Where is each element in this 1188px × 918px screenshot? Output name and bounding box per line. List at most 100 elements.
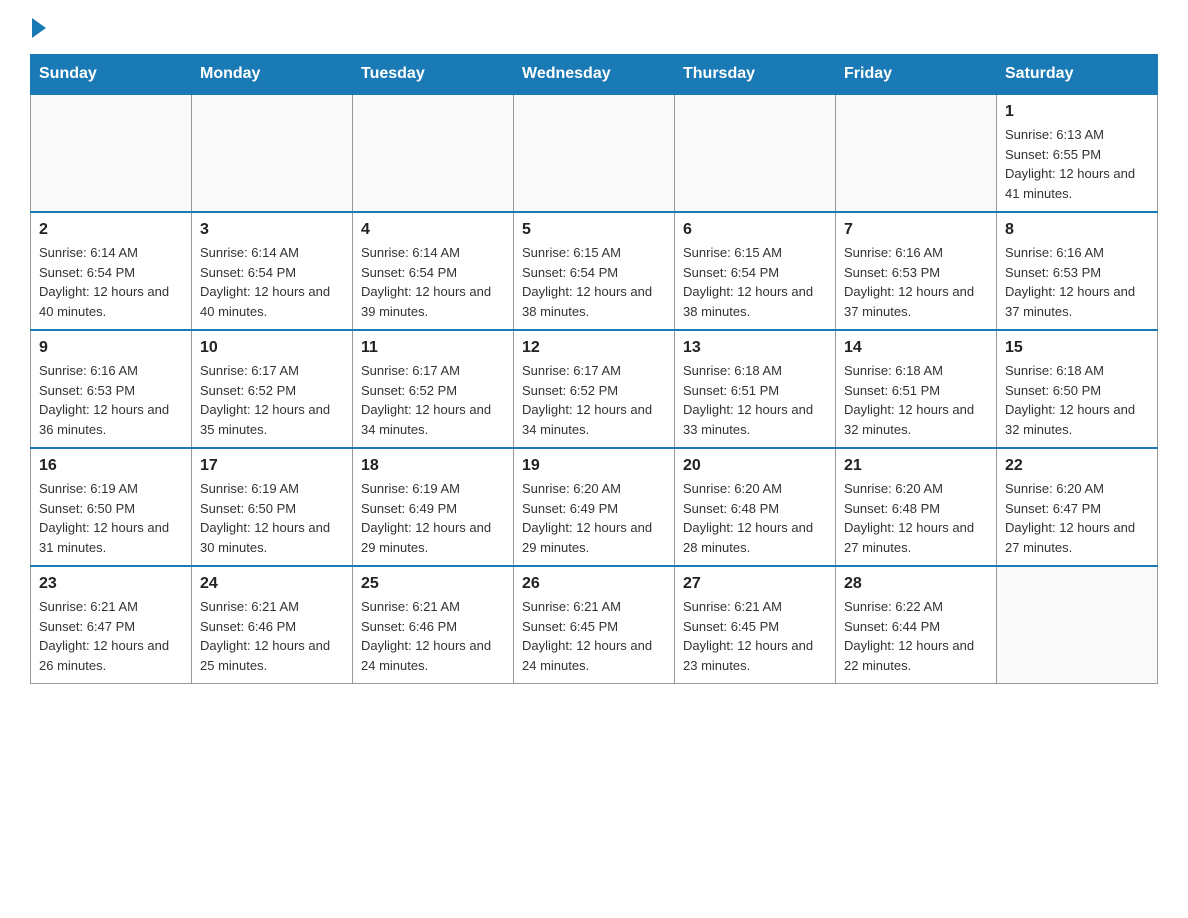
day-number: 11 <box>361 339 505 357</box>
day-info: Sunrise: 6:20 AM Sunset: 6:48 PM Dayligh… <box>683 479 827 557</box>
day-number: 23 <box>39 575 183 593</box>
day-info: Sunrise: 6:15 AM Sunset: 6:54 PM Dayligh… <box>522 243 666 321</box>
day-number: 2 <box>39 221 183 239</box>
calendar-cell <box>675 94 836 212</box>
calendar-cell: 26Sunrise: 6:21 AM Sunset: 6:45 PM Dayli… <box>514 566 675 684</box>
day-info: Sunrise: 6:17 AM Sunset: 6:52 PM Dayligh… <box>361 361 505 439</box>
day-info: Sunrise: 6:16 AM Sunset: 6:53 PM Dayligh… <box>1005 243 1149 321</box>
day-info: Sunrise: 6:21 AM Sunset: 6:46 PM Dayligh… <box>361 597 505 675</box>
day-number: 19 <box>522 457 666 475</box>
calendar-week-3: 9 Sunrise: 6:16 AM Sunset: 6:53 PM Daylig… <box>31 330 1158 448</box>
calendar-cell: 24 Sunrise: 6:21 AM Sunset: 6:46 PM Dayli… <box>192 566 353 684</box>
day-info: Sunrise: 6:21 AM Sunset: 6:47 PM Dayligh… <box>39 597 183 675</box>
day-header-sunday: Sunday <box>31 55 192 95</box>
calendar-table: SundayMondayTuesdayWednesdayThursdayFrid… <box>30 54 1158 684</box>
day-number: 26 <box>522 575 666 593</box>
day-number: 16 <box>39 457 183 475</box>
day-info: Sunrise: 6:18 AM Sunset: 6:50 PM Dayligh… <box>1005 361 1149 439</box>
day-number: 13 <box>683 339 827 357</box>
day-number: 9 <box>39 339 183 357</box>
day-number: 17 <box>200 457 344 475</box>
day-number: 22 <box>1005 457 1149 475</box>
calendar-cell: 12 Sunrise: 6:17 AM Sunset: 6:52 PM Dayli… <box>514 330 675 448</box>
calendar-cell: 16 Sunrise: 6:19 AM Sunset: 6:50 PM Dayli… <box>31 448 192 566</box>
calendar-cell: 5 Sunrise: 6:15 AM Sunset: 6:54 PM Daylig… <box>514 212 675 330</box>
day-number: 1 <box>1005 103 1149 121</box>
calendar-cell: 8 Sunrise: 6:16 AM Sunset: 6:53 PM Daylig… <box>997 212 1158 330</box>
calendar-cell: 27 Sunrise: 6:21 AM Sunset: 6:45 PM Dayli… <box>675 566 836 684</box>
day-info: Sunrise: 6:14 AM Sunset: 6:54 PM Dayligh… <box>200 243 344 321</box>
calendar-cell: 20 Sunrise: 6:20 AM Sunset: 6:48 PM Dayli… <box>675 448 836 566</box>
calendar-cell: 21 Sunrise: 6:20 AM Sunset: 6:48 PM Dayli… <box>836 448 997 566</box>
calendar-cell: 19 Sunrise: 6:20 AM Sunset: 6:49 PM Dayli… <box>514 448 675 566</box>
calendar-cell: 6Sunrise: 6:15 AM Sunset: 6:54 PM Daylig… <box>675 212 836 330</box>
day-info: Sunrise: 6:19 AM Sunset: 6:50 PM Dayligh… <box>39 479 183 557</box>
calendar-cell <box>192 94 353 212</box>
day-info: Sunrise: 6:20 AM Sunset: 6:47 PM Dayligh… <box>1005 479 1149 557</box>
day-info: Sunrise: 6:17 AM Sunset: 6:52 PM Dayligh… <box>200 361 344 439</box>
day-number: 25 <box>361 575 505 593</box>
calendar-cell: 2 Sunrise: 6:14 AM Sunset: 6:54 PM Daylig… <box>31 212 192 330</box>
day-number: 20 <box>683 457 827 475</box>
day-info: Sunrise: 6:20 AM Sunset: 6:49 PM Dayligh… <box>522 479 666 557</box>
day-info: Sunrise: 6:14 AM Sunset: 6:54 PM Dayligh… <box>39 243 183 321</box>
logo-arrow-icon <box>32 18 46 38</box>
calendar-week-2: 2 Sunrise: 6:14 AM Sunset: 6:54 PM Daylig… <box>31 212 1158 330</box>
calendar-cell <box>31 94 192 212</box>
day-info: Sunrise: 6:18 AM Sunset: 6:51 PM Dayligh… <box>683 361 827 439</box>
day-number: 24 <box>200 575 344 593</box>
day-header-tuesday: Tuesday <box>353 55 514 95</box>
day-number: 12 <box>522 339 666 357</box>
calendar-week-5: 23 Sunrise: 6:21 AM Sunset: 6:47 PM Dayli… <box>31 566 1158 684</box>
calendar-cell: 11 Sunrise: 6:17 AM Sunset: 6:52 PM Dayli… <box>353 330 514 448</box>
calendar-cell: 1 Sunrise: 6:13 AM Sunset: 6:55 PM Daylig… <box>997 94 1158 212</box>
day-number: 21 <box>844 457 988 475</box>
day-number: 8 <box>1005 221 1149 239</box>
day-info: Sunrise: 6:14 AM Sunset: 6:54 PM Dayligh… <box>361 243 505 321</box>
calendar-cell: 9 Sunrise: 6:16 AM Sunset: 6:53 PM Daylig… <box>31 330 192 448</box>
calendar-cell: 10 Sunrise: 6:17 AM Sunset: 6:52 PM Dayli… <box>192 330 353 448</box>
calendar-cell: 3 Sunrise: 6:14 AM Sunset: 6:54 PM Daylig… <box>192 212 353 330</box>
day-info: Sunrise: 6:16 AM Sunset: 6:53 PM Dayligh… <box>39 361 183 439</box>
day-number: 27 <box>683 575 827 593</box>
day-info: Sunrise: 6:22 AM Sunset: 6:44 PM Dayligh… <box>844 597 988 675</box>
calendar-header-row: SundayMondayTuesdayWednesdayThursdayFrid… <box>31 55 1158 95</box>
logo <box>30 20 46 34</box>
day-header-friday: Friday <box>836 55 997 95</box>
calendar-cell: 7Sunrise: 6:16 AM Sunset: 6:53 PM Daylig… <box>836 212 997 330</box>
day-header-thursday: Thursday <box>675 55 836 95</box>
calendar-cell <box>514 94 675 212</box>
calendar-cell: 14 Sunrise: 6:18 AM Sunset: 6:51 PM Dayli… <box>836 330 997 448</box>
day-info: Sunrise: 6:19 AM Sunset: 6:50 PM Dayligh… <box>200 479 344 557</box>
day-info: Sunrise: 6:15 AM Sunset: 6:54 PM Dayligh… <box>683 243 827 321</box>
day-number: 14 <box>844 339 988 357</box>
day-info: Sunrise: 6:17 AM Sunset: 6:52 PM Dayligh… <box>522 361 666 439</box>
calendar-cell: 25 Sunrise: 6:21 AM Sunset: 6:46 PM Dayli… <box>353 566 514 684</box>
day-info: Sunrise: 6:19 AM Sunset: 6:49 PM Dayligh… <box>361 479 505 557</box>
day-number: 10 <box>200 339 344 357</box>
day-number: 7 <box>844 221 988 239</box>
calendar-cell <box>836 94 997 212</box>
day-info: Sunrise: 6:20 AM Sunset: 6:48 PM Dayligh… <box>844 479 988 557</box>
day-number: 5 <box>522 221 666 239</box>
day-info: Sunrise: 6:13 AM Sunset: 6:55 PM Dayligh… <box>1005 125 1149 203</box>
calendar-cell: 4 Sunrise: 6:14 AM Sunset: 6:54 PM Daylig… <box>353 212 514 330</box>
day-info: Sunrise: 6:21 AM Sunset: 6:46 PM Dayligh… <box>200 597 344 675</box>
calendar-cell <box>997 566 1158 684</box>
calendar-cell: 23 Sunrise: 6:21 AM Sunset: 6:47 PM Dayli… <box>31 566 192 684</box>
calendar-cell: 17 Sunrise: 6:19 AM Sunset: 6:50 PM Dayli… <box>192 448 353 566</box>
day-header-wednesday: Wednesday <box>514 55 675 95</box>
day-header-saturday: Saturday <box>997 55 1158 95</box>
calendar-cell: 15Sunrise: 6:18 AM Sunset: 6:50 PM Dayli… <box>997 330 1158 448</box>
day-number: 4 <box>361 221 505 239</box>
day-info: Sunrise: 6:18 AM Sunset: 6:51 PM Dayligh… <box>844 361 988 439</box>
day-info: Sunrise: 6:21 AM Sunset: 6:45 PM Dayligh… <box>683 597 827 675</box>
day-number: 3 <box>200 221 344 239</box>
day-number: 28 <box>844 575 988 593</box>
calendar-cell: 22 Sunrise: 6:20 AM Sunset: 6:47 PM Dayli… <box>997 448 1158 566</box>
page-header <box>30 20 1158 34</box>
day-header-monday: Monday <box>192 55 353 95</box>
calendar-week-1: 1 Sunrise: 6:13 AM Sunset: 6:55 PM Daylig… <box>31 94 1158 212</box>
day-number: 18 <box>361 457 505 475</box>
calendar-cell: 28 Sunrise: 6:22 AM Sunset: 6:44 PM Dayli… <box>836 566 997 684</box>
